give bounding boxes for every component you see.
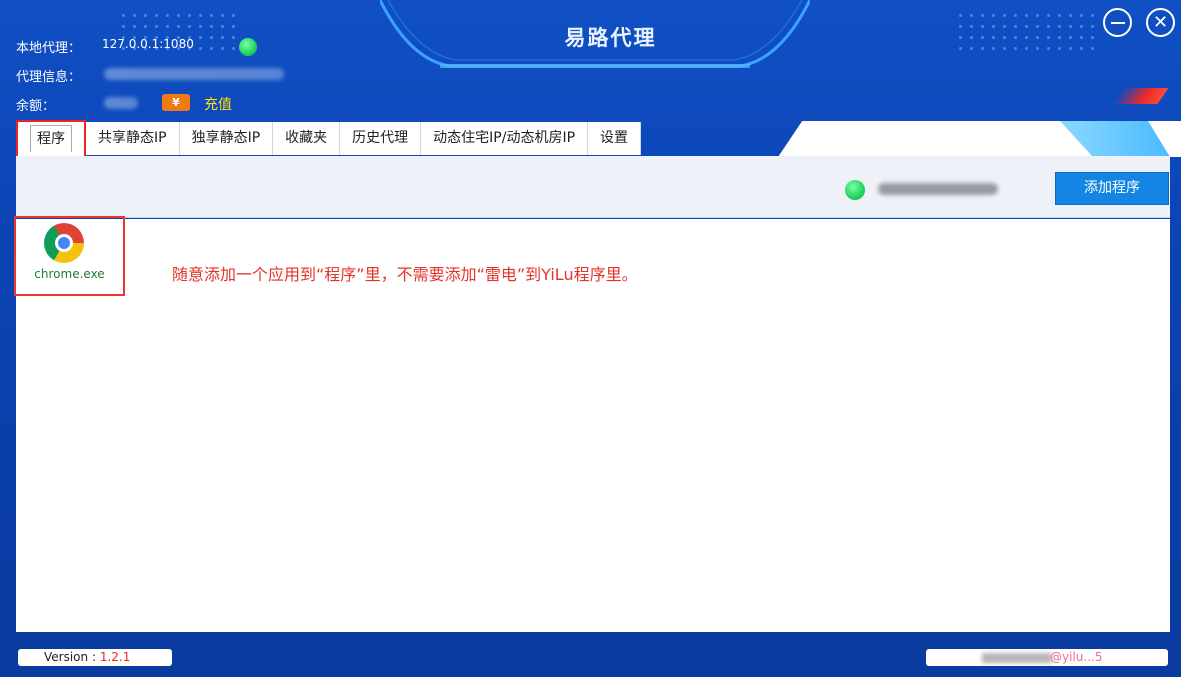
tab-history-proxy[interactable]: 历史代理 xyxy=(340,122,422,155)
tab-settings[interactable]: 设置 xyxy=(588,122,642,155)
footer-handle: @yilu...5 xyxy=(1050,650,1103,664)
minimize-button[interactable] xyxy=(1103,8,1132,37)
minimize-icon xyxy=(1110,21,1125,24)
instruction-note: 随意添加一个应用到“程序”里，不需要添加“雷电”到YiLu程序里。 xyxy=(172,265,638,284)
close-button[interactable]: ✕ xyxy=(1146,8,1175,37)
version-badge: Version : 1.2.1 xyxy=(18,649,172,666)
close-icon: ✕ xyxy=(1152,11,1169,33)
proxy-info-row: 代理信息： xyxy=(16,66,81,85)
connection-status-dot xyxy=(845,180,865,200)
local-proxy-label: 本地代理： xyxy=(16,41,82,56)
connection-status-redacted xyxy=(878,183,998,195)
recharge-link[interactable]: 充值 xyxy=(204,94,232,114)
footer-redacted xyxy=(982,653,1052,663)
yen-icon[interactable]: ¥ xyxy=(162,94,190,111)
local-proxy-row: 本地代理： 127.0.0.1:1080 xyxy=(16,37,194,56)
add-program-button[interactable]: 添加程序 xyxy=(1055,172,1169,205)
version-label: Version : xyxy=(44,650,100,664)
tab-dynamic-residential-ip[interactable]: 动态住宅IP/动态机房IP xyxy=(421,122,589,155)
proxy-info-redacted xyxy=(104,68,284,80)
balance-label: 余额： xyxy=(16,99,56,114)
tab-bar: 程序 共享静态IP 独享静态IP 收藏夹 历史代理 动态住宅IP/动态机房IP … xyxy=(16,120,642,165)
proxy-status-dot xyxy=(239,38,257,56)
balance-redacted xyxy=(104,97,138,109)
tab-favorites[interactable]: 收藏夹 xyxy=(273,122,341,155)
program-name: chrome.exe xyxy=(34,267,105,281)
local-proxy-value: 127.0.0.1:1080 xyxy=(102,37,194,51)
balance-row: 余额： xyxy=(16,95,55,114)
tab-exclusive-static-ip[interactable]: 独享静态IP xyxy=(179,122,274,155)
tab-shared-static-ip[interactable]: 共享静态IP xyxy=(86,122,180,155)
footer-info: @yilu...5 xyxy=(926,649,1168,666)
version-number: 1.2.1 xyxy=(99,650,131,664)
proxy-info-label: 代理信息： xyxy=(16,70,82,85)
chrome-icon xyxy=(44,223,84,263)
